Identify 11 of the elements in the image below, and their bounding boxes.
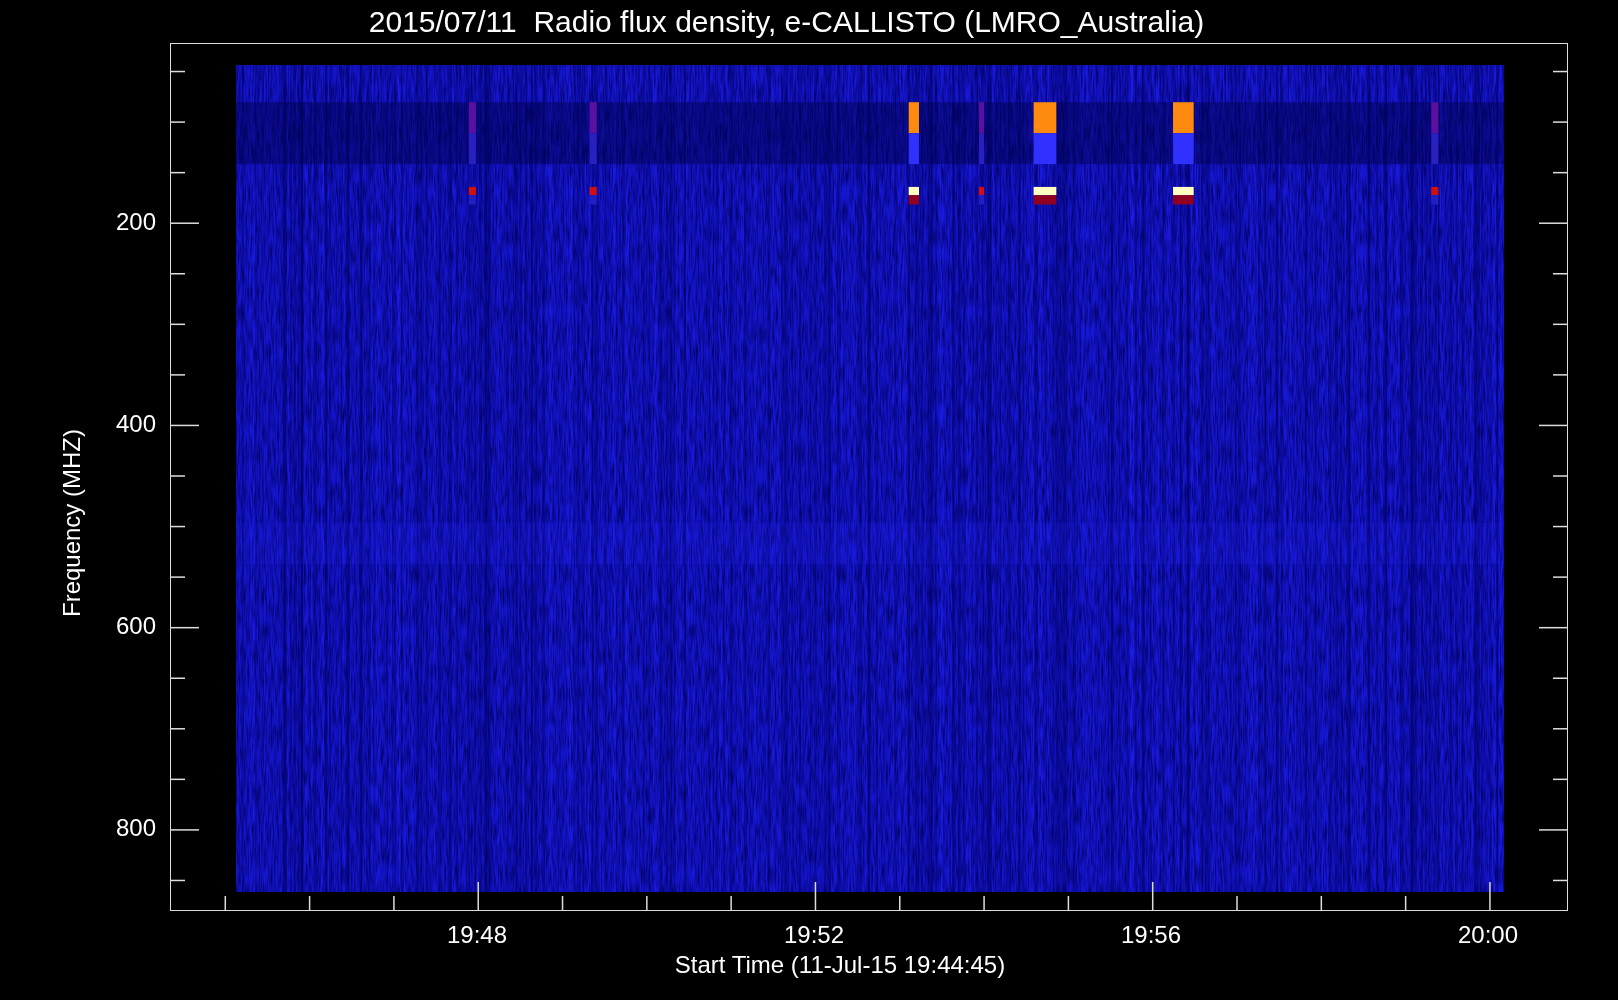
axis-label: Frequency (MHZ) <box>58 429 86 617</box>
chart-title: 2015/07/11 Radio flux density, e-CALLISTO (LMRO_Australia) <box>368 4 1205 39</box>
tick-label: 400 <box>115 410 156 438</box>
tick-label: 19:52 <box>783 921 845 949</box>
axis-label: Start Time (11-Jul-15 19:44:45) <box>674 951 1006 979</box>
tick-label: 800 <box>115 814 156 842</box>
tick-label: 200 <box>115 208 156 236</box>
tick-label: 20:00 <box>1457 921 1519 949</box>
tick-label: 19:56 <box>1120 921 1182 949</box>
tick-label: 600 <box>115 612 156 640</box>
tick-label: 19:48 <box>446 921 508 949</box>
